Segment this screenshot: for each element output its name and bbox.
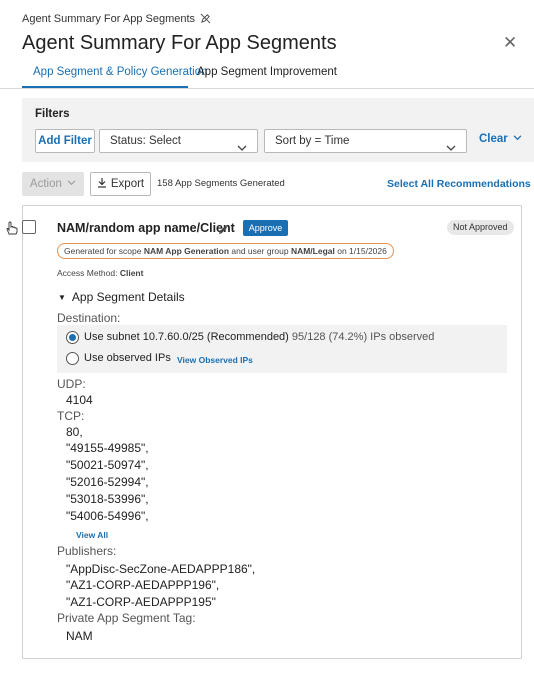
tcp-port: "54006-54996",	[66, 509, 149, 523]
user-group: NAM/Legal	[290, 246, 335, 256]
status-badge: Not Approved	[447, 220, 514, 235]
scope-suffix: on 1/15/2026	[334, 246, 387, 256]
edit-pencil-icon[interactable]	[218, 222, 229, 240]
tcp-port: "53018-53996",	[66, 492, 149, 506]
tab-divider	[0, 88, 534, 89]
export-label: Export	[110, 178, 145, 190]
clear-filters-button[interactable]: Clear	[479, 133, 522, 145]
view-all-link[interactable]: View All	[76, 530, 108, 540]
destination-label: Destination:	[57, 311, 121, 325]
option-subnet[interactable]: Use subnet 10.7.60.0/25 (Recommended) 95…	[84, 331, 434, 343]
scope-pill: Generated for scope NAM App Generation a…	[57, 243, 394, 259]
breadcrumb-text: Agent Summary For App Segments	[22, 13, 196, 25]
chevron-down-icon	[511, 133, 522, 145]
add-filter-button[interactable]: Add Filter	[35, 129, 95, 153]
action-label: Action	[29, 178, 62, 190]
clear-label: Clear	[479, 133, 508, 145]
status-select[interactable]: Status: Select	[99, 129, 258, 153]
tcp-port: "49155-49985",	[66, 441, 149, 455]
export-button[interactable]: Export	[90, 172, 151, 196]
access-method: Access Method: Client	[57, 268, 143, 278]
status-select-value: Status: Select	[110, 135, 181, 147]
tag-value: NAM	[66, 629, 93, 643]
page-title: Agent Summary For App Segments	[22, 32, 337, 54]
scope-prefix: Generated for scope	[64, 246, 144, 256]
close-icon[interactable]: ✕	[503, 33, 517, 53]
radio-use-subnet[interactable]	[66, 331, 79, 344]
option-observed-label[interactable]: Use observed IPs	[84, 352, 171, 364]
generated-count: 158 App Segments Generated	[157, 178, 285, 189]
scope-mid: and user group	[229, 246, 291, 256]
udp-label: UDP:	[57, 377, 86, 391]
tab-bar: App Segment & Policy Generation App Segm…	[0, 66, 534, 89]
view-observed-ips-link[interactable]: View Observed IPs	[177, 355, 253, 365]
access-value: Client	[119, 268, 144, 278]
details-title: App Segment Details	[71, 290, 185, 304]
sort-select[interactable]: Sort by = Time	[264, 129, 467, 153]
action-button[interactable]: Action	[22, 172, 84, 196]
udp-port: 4104	[66, 393, 93, 407]
publisher-item: "AZ1-CORP-AEDAPPP196",	[66, 578, 220, 592]
export-icon	[97, 178, 111, 190]
sort-select-value: Sort by = Time	[275, 135, 350, 147]
tcp-port: "50021-50974",	[66, 458, 149, 472]
scope-name: NAM App Generation	[143, 246, 230, 256]
publishers-label: Publishers:	[57, 544, 117, 558]
tab-app-segment-policy-generation[interactable]: App Segment & Policy Generation	[33, 66, 208, 78]
breadcrumb: Agent Summary For App Segments	[22, 13, 211, 27]
option-subnet-stats: 95/128 (74.2%) IPs observed	[291, 331, 435, 343]
option-subnet-label: Use subnet 10.7.60.0/25 (Recommended)	[84, 331, 289, 343]
tcp-label: TCP:	[57, 409, 85, 423]
publisher-item: "AppDisc-SecZone-AEDAPPP186",	[66, 562, 256, 576]
hand-cursor-icon	[5, 221, 19, 240]
segment-select-checkbox[interactable]	[22, 220, 36, 234]
triangle-down-icon: ▼	[58, 293, 66, 302]
tag-label: Private App Segment Tag:	[57, 611, 196, 625]
pencil-off-icon	[200, 13, 211, 27]
app-segment-details-toggle[interactable]: ▼ App Segment Details	[58, 290, 185, 304]
chevron-down-icon	[446, 138, 456, 160]
tcp-port: "52016-52994",	[66, 475, 149, 489]
publisher-item: "AZ1-CORP-AEDAPPP195"	[66, 595, 216, 609]
approve-button[interactable]: Approve	[243, 220, 288, 236]
radio-use-observed-ips[interactable]	[66, 352, 79, 365]
tcp-port: 80,	[66, 425, 83, 439]
filters-label: Filters	[35, 108, 70, 120]
tab-app-segment-improvement[interactable]: App Segment Improvement	[197, 66, 337, 78]
access-label: Access Method:	[57, 268, 120, 278]
chevron-down-icon	[237, 138, 247, 160]
chevron-down-icon	[65, 178, 76, 190]
select-all-recommendations-link[interactable]: Select All Recommendations	[387, 178, 531, 190]
segment-name: NAM/random app name/Client	[57, 221, 235, 235]
